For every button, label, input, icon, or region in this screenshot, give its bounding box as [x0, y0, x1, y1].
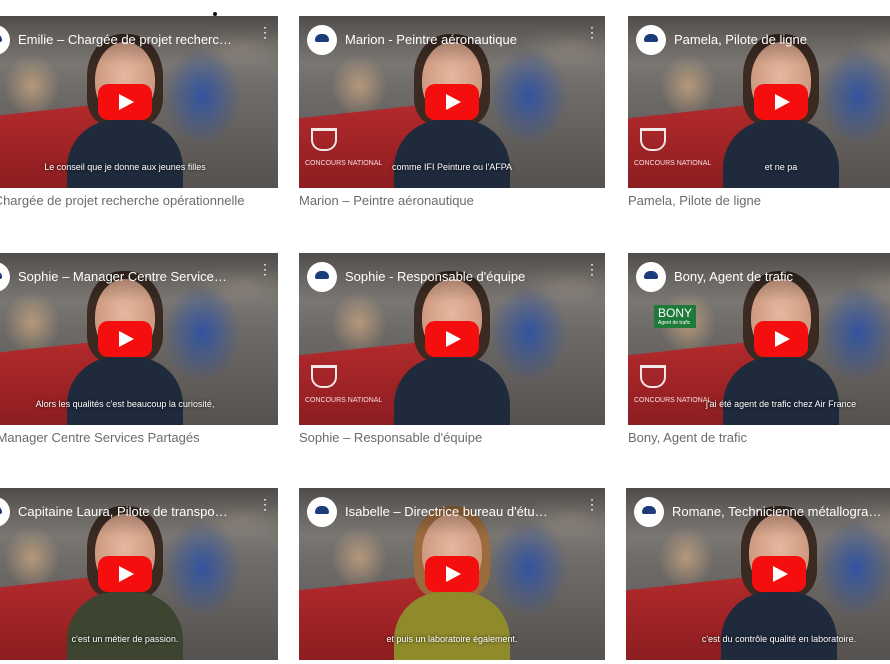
more-vert-icon[interactable]: ⋮	[585, 262, 599, 286]
trophy-icon	[311, 365, 337, 388]
video-title[interactable]: Sophie - Responsable d'équipe	[345, 269, 571, 284]
badge-role: Agent de trafic	[658, 320, 691, 326]
video-title[interactable]: Capitaine Laura, Pilote de transpo…	[18, 504, 244, 519]
channel-logo-icon[interactable]	[636, 262, 666, 292]
video-caption: Sophie – Responsable d'équipe	[299, 430, 483, 445]
video-thumbnail[interactable]: Sophie – Manager Centre Service… ⋮ Alors…	[0, 253, 278, 425]
channel-logo-icon[interactable]	[307, 262, 337, 292]
video-subtitle: Le conseil que je donne aux jeunes fille…	[44, 162, 206, 172]
more-vert-icon[interactable]: ⋮	[258, 25, 272, 49]
video-caption: Bony, Agent de trafic	[628, 430, 747, 445]
video-subtitle: j'ai été agent de trafic chez Air France	[705, 399, 857, 409]
youtube-play-icon[interactable]	[425, 84, 479, 120]
video-thumbnail[interactable]: CONCOURS NATIONAL Sophie - Responsable d…	[299, 253, 605, 425]
video-subtitle: et puis un laboratoire également.	[386, 634, 518, 644]
channel-logo-icon[interactable]	[307, 25, 337, 55]
more-vert-icon[interactable]: ⋮	[258, 497, 272, 521]
badge-name: BONY	[658, 306, 693, 320]
youtube-play-icon[interactable]	[98, 321, 152, 357]
trophy-icon	[640, 365, 666, 388]
video-title[interactable]: Emilie – Chargée de projet recherc…	[18, 32, 244, 47]
video-caption: Marion – Peintre aéronautique	[299, 193, 474, 208]
channel-logo-icon[interactable]	[636, 25, 666, 55]
video-subtitle: Alors les qualités c'est beaucoup la cur…	[35, 399, 215, 409]
video-title[interactable]: Isabelle – Directrice bureau d'étu…	[345, 504, 571, 519]
video-caption: ie – Manager Centre Services Partagés	[0, 430, 200, 445]
trophy-icon	[311, 128, 337, 151]
more-vert-icon[interactable]: ⋮	[585, 497, 599, 521]
youtube-play-icon[interactable]	[425, 556, 479, 592]
video-title[interactable]: Marion - Peintre aéronautique	[345, 32, 571, 47]
youtube-play-icon[interactable]	[754, 321, 808, 357]
video-title[interactable]: Pamela, Pilote de ligne	[674, 32, 890, 47]
youtube-play-icon[interactable]	[425, 321, 479, 357]
video-thumbnail[interactable]: CONCOURS NATIONAL BONY Agent de trafic Bo…	[628, 253, 890, 425]
youtube-play-icon[interactable]	[98, 84, 152, 120]
video-caption: e – Chargée de projet recherche opératio…	[0, 193, 245, 208]
video-title[interactable]: Romane, Technicienne métallogra…	[672, 504, 890, 519]
trophy-icon	[640, 128, 666, 151]
more-vert-icon[interactable]: ⋮	[258, 262, 272, 286]
video-thumbnail[interactable]: Capitaine Laura, Pilote de transpo… ⋮ c'…	[0, 488, 278, 660]
name-badge: BONY Agent de trafic	[654, 305, 697, 328]
video-thumbnail[interactable]: Romane, Technicienne métallogra… ⋮ c'est…	[626, 488, 890, 660]
more-vert-icon[interactable]: ⋮	[585, 25, 599, 49]
video-caption: Pamela, Pilote de ligne	[628, 193, 761, 208]
youtube-play-icon[interactable]	[752, 556, 806, 592]
video-subtitle: comme IFI Peinture ou l'AFPA	[391, 162, 513, 172]
video-title[interactable]: Sophie – Manager Centre Service…	[18, 269, 244, 284]
youtube-play-icon[interactable]	[98, 556, 152, 592]
video-thumbnail[interactable]: CONCOURS NATIONAL Marion - Peintre aéron…	[299, 16, 605, 188]
video-subtitle: c'est un métier de passion.	[71, 634, 179, 644]
video-thumbnail[interactable]: Emilie – Chargée de projet recherc… ⋮ Le…	[0, 16, 278, 188]
youtube-play-icon[interactable]	[754, 84, 808, 120]
video-subtitle: c'est du contrôle qualité en laboratoire…	[701, 634, 857, 644]
channel-logo-icon[interactable]	[307, 497, 337, 527]
video-thumbnail[interactable]: Isabelle – Directrice bureau d'étu… ⋮ et…	[299, 488, 605, 660]
video-subtitle: et ne pa	[764, 162, 798, 172]
video-title[interactable]: Bony, Agent de trafic	[674, 269, 890, 284]
video-thumbnail[interactable]: CONCOURS NATIONAL Pamela, Pilote de lign…	[628, 16, 890, 188]
channel-logo-icon[interactable]	[634, 497, 664, 527]
concours-label: CONCOURS NATIONAL	[305, 397, 383, 404]
